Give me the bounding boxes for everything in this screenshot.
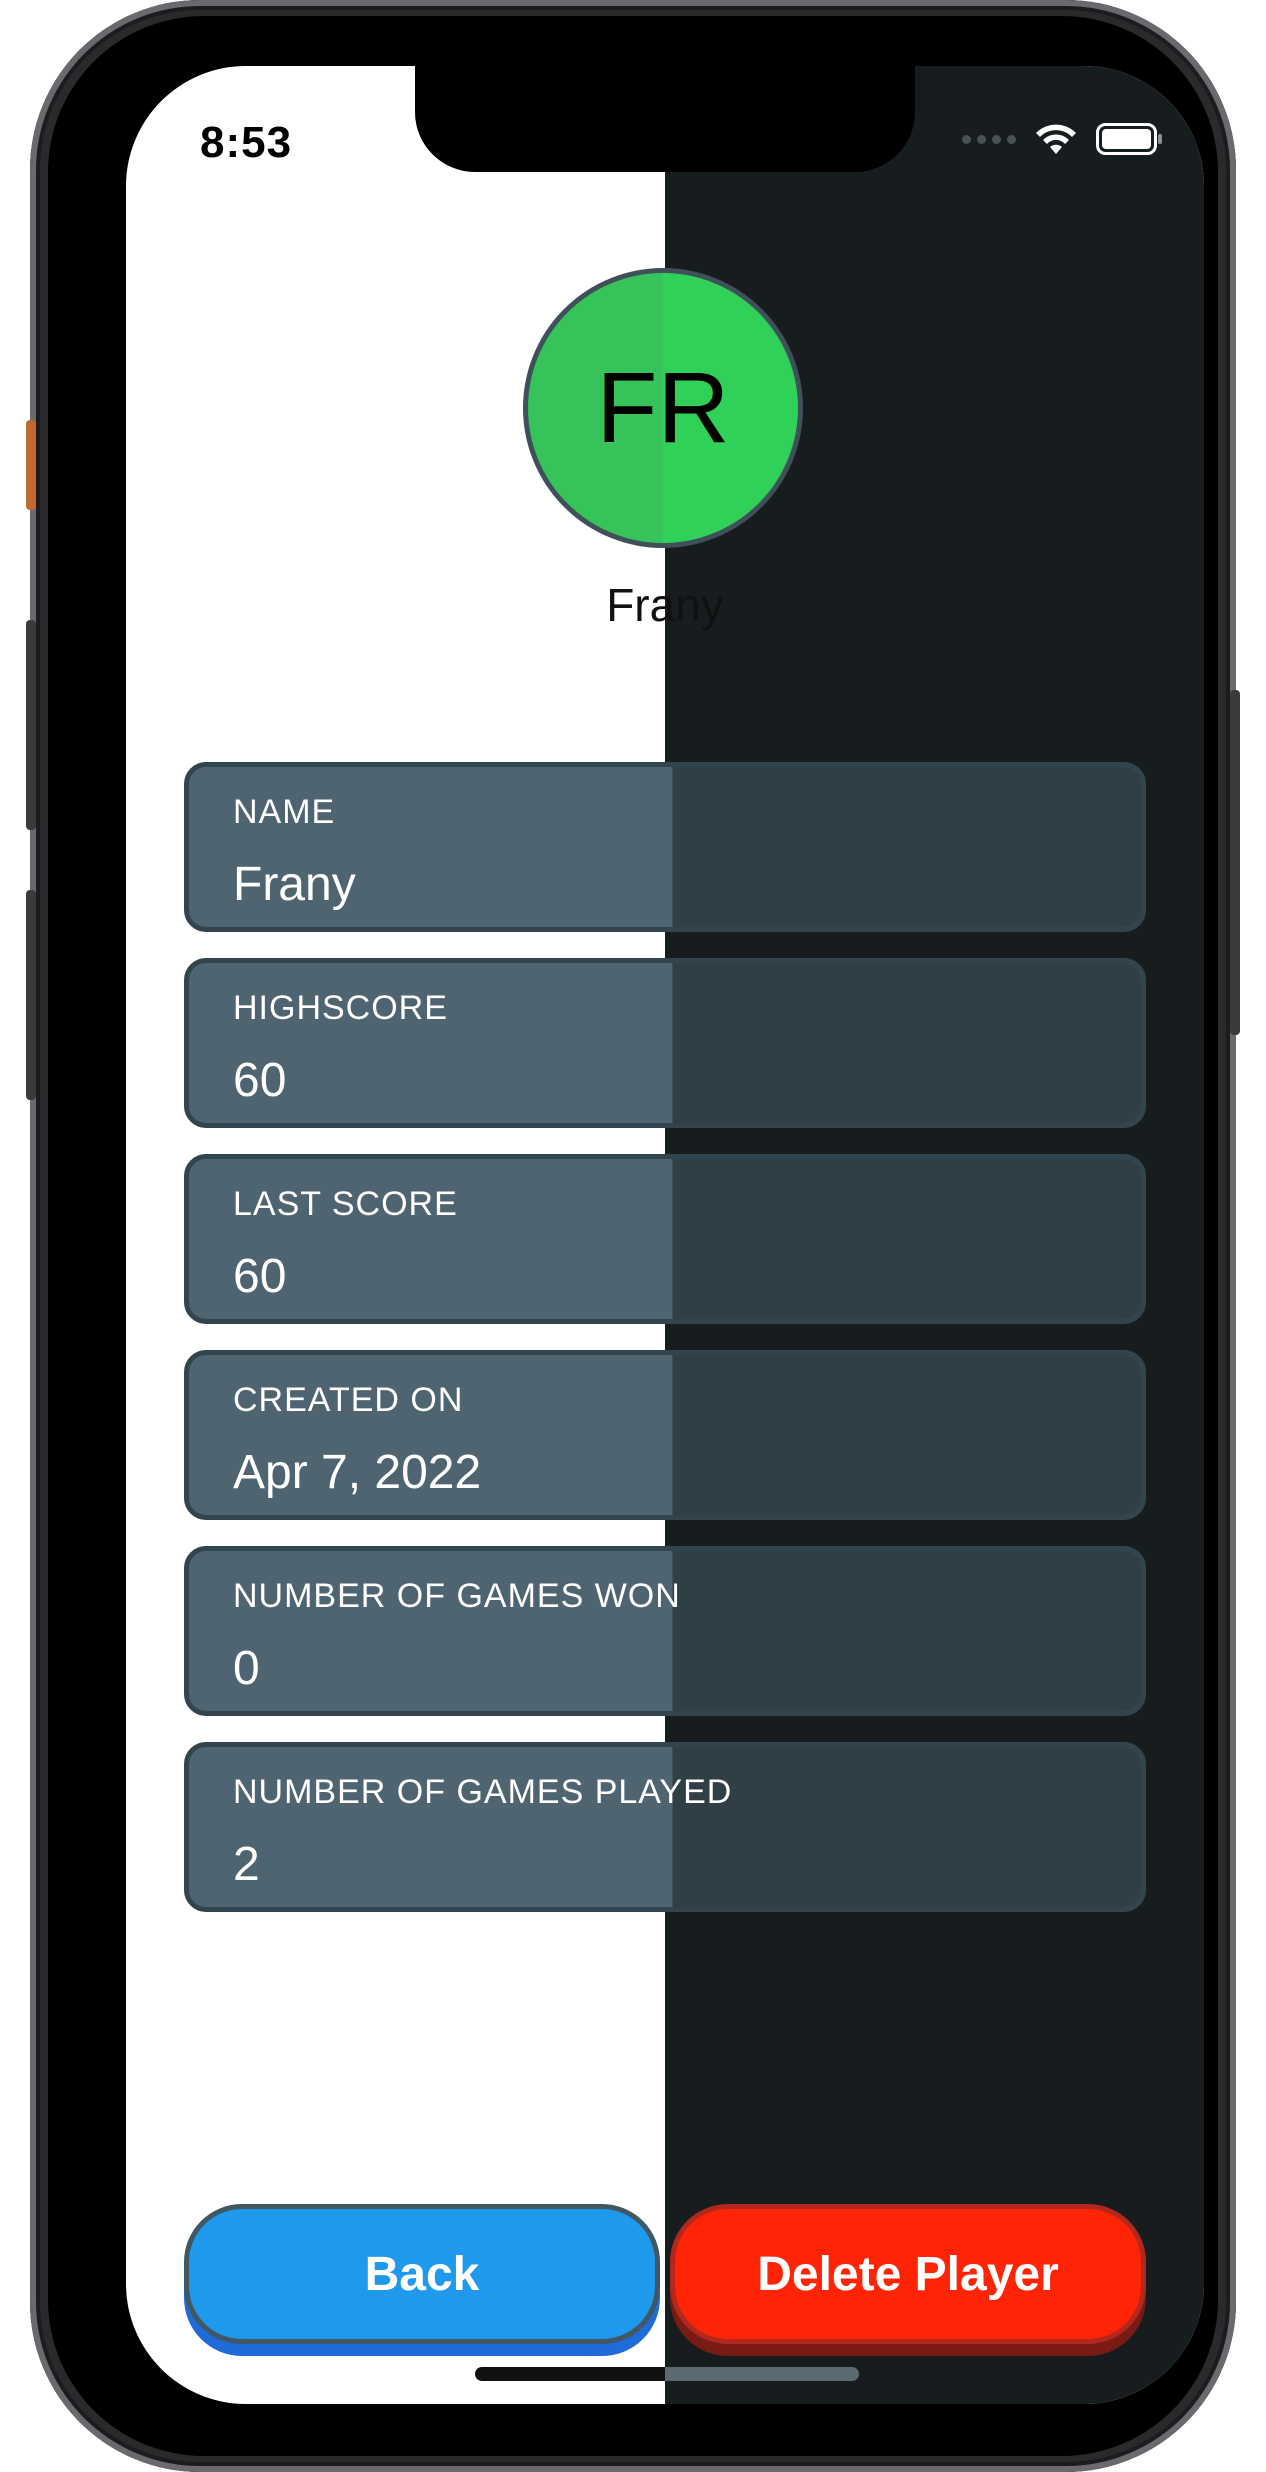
name-field[interactable]: NAME Frany — [184, 762, 1146, 932]
cellular-signal-icon — [962, 134, 1016, 144]
phone-frame: 8:53 FR Frany NAME Frany HIGHSCORE 60 LA… — [26, 0, 1240, 2472]
highscore-field-value: 60 — [233, 1054, 287, 1107]
games-won-field-label: NUMBER OF GAMES WON — [233, 1577, 681, 1615]
wifi-icon — [1036, 124, 1076, 154]
games-won-field[interactable]: NUMBER OF GAMES WON 0 — [184, 1546, 1146, 1716]
avatar-initials: FR — [596, 351, 730, 464]
highscore-field-label: HIGHSCORE — [233, 989, 448, 1027]
games-played-field-label: NUMBER OF GAMES PLAYED — [233, 1773, 733, 1811]
volume-up-button — [26, 620, 36, 830]
created-on-field-label: CREATED ON — [233, 1381, 464, 1419]
highscore-field[interactable]: HIGHSCORE 60 — [184, 958, 1146, 1128]
power-button — [1230, 690, 1240, 1035]
last-score-field[interactable]: LAST SCORE 60 — [184, 1154, 1146, 1324]
status-icons — [962, 122, 1164, 156]
games-played-field-value: 2 — [233, 1838, 260, 1891]
player-avatar: FR — [523, 268, 803, 548]
created-on-field-value: Apr 7, 2022 — [233, 1446, 482, 1499]
back-button[interactable]: Back — [184, 2204, 660, 2344]
status-time: 8:53 — [200, 118, 293, 167]
notch — [415, 66, 915, 172]
app-screen: 8:53 FR Frany NAME Frany HIGHSCORE 60 LA… — [126, 66, 1204, 2404]
home-indicator[interactable] — [475, 2367, 859, 2381]
name-field-value: Frany — [233, 858, 356, 911]
last-score-field-label: LAST SCORE — [233, 1185, 458, 1223]
delete-player-button[interactable]: Delete Player — [670, 2204, 1146, 2344]
player-name-heading: Frany — [606, 579, 724, 631]
name-field-label: NAME — [233, 793, 336, 831]
last-score-field-value: 60 — [233, 1250, 287, 1303]
created-on-field[interactable]: CREATED ON Apr 7, 2022 — [184, 1350, 1146, 1520]
battery-icon — [1096, 123, 1162, 155]
mute-switch — [26, 420, 36, 510]
games-won-field-value: 0 — [233, 1642, 260, 1695]
volume-down-button — [26, 890, 36, 1100]
games-played-field[interactable]: NUMBER OF GAMES PLAYED 2 — [184, 1742, 1146, 1912]
